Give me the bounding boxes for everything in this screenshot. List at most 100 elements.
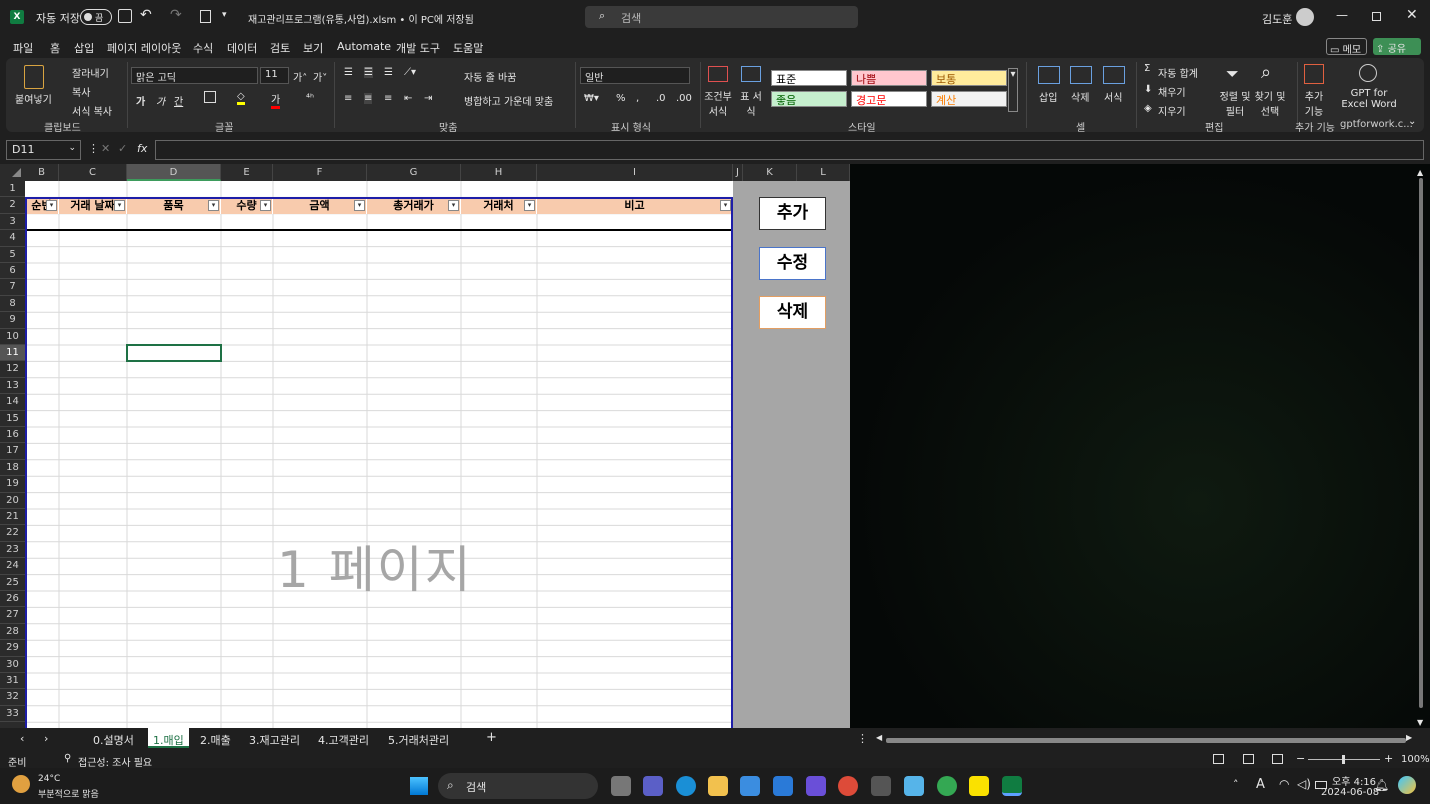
find-select-icon[interactable]: ⌕ [1261,62,1271,83]
teams-icon[interactable] [643,776,663,796]
column-header-i[interactable]: I [537,164,733,181]
selected-cell[interactable] [126,344,222,362]
chrome-profile-icon[interactable] [937,776,957,796]
row-header[interactable]: 26 [0,591,25,608]
cell-style-option[interactable]: 경고문 [851,91,927,107]
indent-decrease-icon[interactable]: ⇤ [404,93,412,104]
border-icon[interactable] [204,91,216,103]
menu-view[interactable]: 보기 [303,40,323,56]
memo-button[interactable]: ▭ 메모 [1326,38,1367,56]
conditional-format-button[interactable]: 조건부 서식 [703,88,733,118]
insert-cells-icon[interactable] [1038,66,1060,84]
clock-time[interactable]: 오후 4:16 [1332,773,1376,788]
row-header[interactable]: 21 [0,509,25,526]
zoom-in-icon[interactable]: + [1384,752,1393,765]
column-header-k[interactable]: K [743,164,797,181]
autosave-toggle[interactable]: 끔 [80,9,112,25]
row-header[interactable]: 3 [0,214,25,231]
row-header[interactable]: 27 [0,607,25,624]
conditional-format-icon[interactable] [708,66,728,82]
menu-page-layout[interactable]: 페이지 레이아웃 [107,40,181,56]
formula-input[interactable] [155,140,1424,160]
wrap-text-button[interactable]: 자동 줄 바꿈 [464,69,516,84]
edge-icon[interactable] [676,776,696,796]
autosum-button[interactable]: 자동 합계 [1158,65,1198,80]
delete-cells-button[interactable]: 삭제 [1071,89,1089,104]
align-middle-icon[interactable]: ☰ [364,67,373,78]
weather-temp[interactable]: 24°C [38,774,60,784]
row-header[interactable]: 28 [0,624,25,641]
row-header[interactable]: 32 [0,689,25,706]
align-center-icon[interactable]: ≡ [364,93,373,104]
column-header-l[interactable]: L [797,164,850,181]
column-header-g[interactable]: G [367,164,461,181]
menu-automate[interactable]: Automate [337,40,391,53]
copilot-icon[interactable] [1398,776,1416,794]
kakaotalk-icon[interactable] [969,776,989,796]
menu-file[interactable]: 파일 [13,40,33,56]
format-cells-button[interactable]: 서식 [1104,89,1122,104]
column-header-e[interactable]: E [221,164,273,181]
percent-icon[interactable]: % [616,93,626,104]
find-select-button[interactable]: 찾기 및 선택 [1253,88,1287,118]
cell-style-option[interactable]: 나쁨 [851,70,927,86]
paste-icon[interactable] [24,65,44,89]
row-header[interactable]: 16 [0,427,25,444]
scroll-up-icon[interactable]: ▲ [1417,168,1423,177]
horizontal-scrollbar[interactable]: ◀ ▶ [876,733,1414,745]
row-header[interactable]: 19 [0,476,25,493]
ribbon-collapse-icon[interactable]: ⌄ [1408,116,1416,127]
menu-review[interactable]: 검토 [270,40,290,56]
wifi-icon[interactable]: ◠ [1279,777,1289,791]
align-top-icon[interactable]: ☰ [344,67,353,78]
select-all-icon[interactable] [12,168,21,177]
file-name[interactable]: 재고관리프로그램(유통,사업).xlsm • 이 PC에 저장됨 [248,11,474,26]
column-header-d[interactable]: D [127,164,221,181]
align-right-icon[interactable]: ≡ [384,93,392,104]
zoom-level[interactable]: 100% [1401,754,1430,765]
gpt-icon[interactable] [1359,64,1377,82]
number-format-select[interactable]: 일반 [580,67,690,84]
insert-function-icon[interactable]: fx [137,142,147,155]
decrease-decimal-icon[interactable]: .00 [676,93,692,104]
hscrollbar-thumb[interactable] [886,738,1406,743]
menu-home[interactable]: 홈 [50,40,61,60]
menu-formulas[interactable]: 수식 [193,40,213,56]
row-header[interactable]: 15 [0,411,25,427]
comma-icon[interactable]: , [636,93,639,104]
accessibility-status[interactable]: 접근성: 조사 필요 [78,754,152,769]
notification-icon[interactable]: 🔔︎ [1374,778,1389,792]
clock-date[interactable]: 2024-06-08 [1321,787,1379,798]
clear-button[interactable]: 지우기 [1158,103,1186,118]
notepad-icon[interactable] [904,776,924,796]
row-header[interactable]: 8 [0,296,25,313]
merge-center-button[interactable]: 병합하고 가운데 맞춤 [464,93,553,108]
tab-sheet-1[interactable]: 1.매입 [148,728,189,748]
row-header[interactable]: 29 [0,640,25,657]
row-header[interactable]: 33 [0,706,25,723]
column-header-f[interactable]: F [273,164,367,181]
search-box[interactable]: ⌕ 검색 [585,6,858,28]
new-file-icon[interactable] [200,10,211,23]
accounting-icon[interactable]: ₩▾ [584,93,599,104]
column-header-c[interactable]: C [59,164,127,181]
indent-increase-icon[interactable]: ⇥ [424,93,432,104]
cell-style-option[interactable]: 좋음 [771,91,847,107]
bold-button[interactable]: 가 [136,93,145,108]
styles-scroll-icon[interactable]: ▾ [1008,68,1018,112]
tab-next-icon[interactable]: › [44,732,48,745]
calculator-icon[interactable] [871,776,891,796]
user-name[interactable]: 김도훈 [1262,11,1292,27]
scroll-right-icon[interactable]: ▶ [1406,733,1412,742]
page-layout-view-icon[interactable] [1243,754,1254,764]
row-header[interactable]: 25 [0,575,25,591]
font-size-select[interactable]: 11 [260,67,289,84]
formula-options-icon[interactable]: ⋮ [88,142,99,155]
taskbar-search[interactable]: ⌕ 검색 [438,773,598,799]
delete-button[interactable]: 삭제 [759,296,826,329]
format-cells-icon[interactable] [1103,66,1125,84]
minimize-icon[interactable]: — [1336,8,1348,22]
close-icon[interactable]: ✕ [1406,7,1418,23]
normal-view-icon[interactable] [1213,754,1224,764]
row-header[interactable]: 13 [0,378,25,395]
